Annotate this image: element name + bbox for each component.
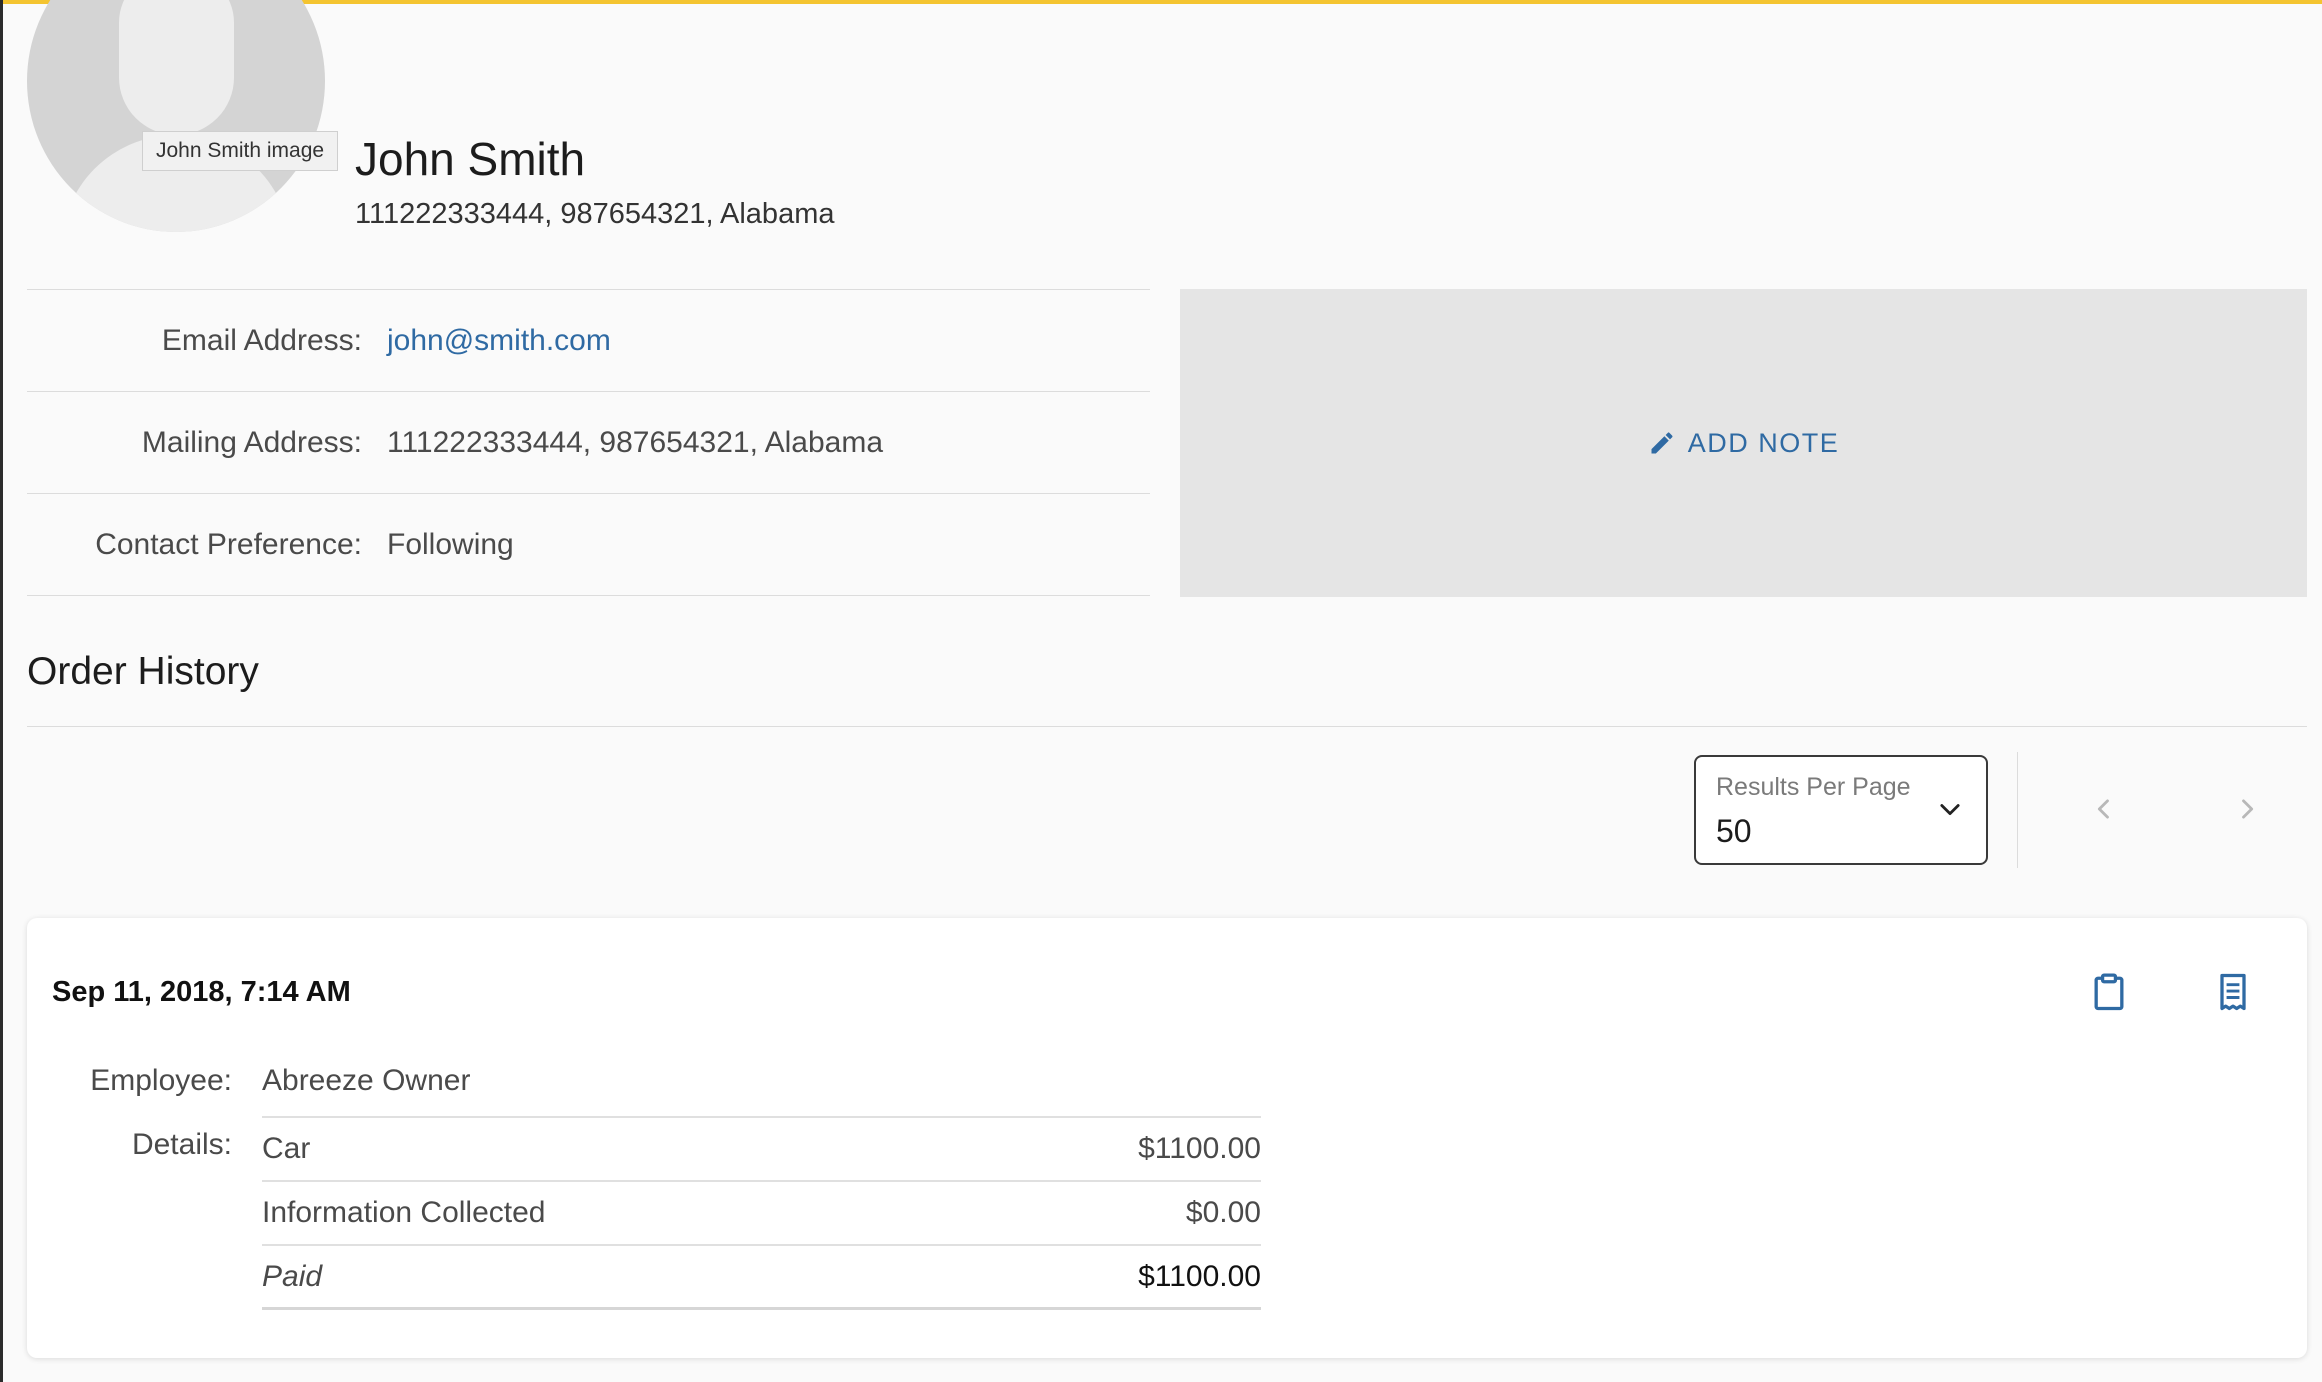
results-per-page-value: 50: [1716, 813, 1752, 849]
detail-item-label: Information Collected: [262, 1196, 546, 1229]
results-per-page-select[interactable]: Results Per Page 50: [1694, 755, 1988, 865]
info-row-mailing: Mailing Address: 111222333444, 987654321…: [27, 392, 1150, 494]
detail-item-amount: $1100.00: [1138, 1132, 1261, 1165]
info-row-contact-preference: Contact Preference: Following: [27, 494, 1150, 596]
add-note-label: ADD NOTE: [1687, 427, 1840, 458]
detail-row-paid-total: Paid $1100.00: [262, 1246, 1261, 1310]
mailing-address-label: Mailing Address:: [141, 425, 362, 459]
email-label: Email Address:: [161, 323, 362, 357]
paid-amount: $1100.00: [1138, 1259, 1261, 1293]
customer-page: John Smith image John Smith 111222333444…: [0, 0, 2322, 1382]
receipt-button[interactable]: [2211, 970, 2255, 1014]
chevron-left-icon: [2097, 799, 2109, 819]
avatar-tooltip: John Smith image: [142, 131, 339, 171]
left-edge-rule: [0, 0, 3, 1382]
top-accent-bar: [0, 0, 2322, 4]
receipt-icon: [2220, 973, 2246, 1011]
avatar-head-silhouette: [119, 0, 234, 135]
customer-subtitle: 111222333444, 987654321, Alabama: [355, 198, 835, 230]
detail-row-information: Information Collected $0.00: [262, 1182, 1261, 1246]
section-divider: [27, 726, 2307, 727]
next-page-button[interactable]: [2224, 786, 2270, 832]
email-link[interactable]: john@smith.com: [387, 324, 611, 358]
add-note-button[interactable]: ADD NOTE: [1180, 289, 2307, 597]
order-details-list: Car $1100.00 Information Collected $0.00…: [262, 1116, 1261, 1310]
employee-label: Employee:: [90, 1064, 232, 1097]
avatar: [27, 0, 325, 232]
customer-name: John Smith: [355, 133, 586, 185]
order-history-title: Order History: [27, 650, 259, 693]
pager-divider: [2017, 752, 2018, 868]
clipboard-button[interactable]: [2087, 970, 2131, 1014]
detail-item-label: Car: [262, 1132, 311, 1165]
order-card: Sep 11, 2018, 7:14 AM Employee: Abreeze …: [27, 918, 2307, 1358]
contact-preference-label: Contact Preference:: [95, 527, 362, 561]
mailing-address-value: 111222333444, 987654321, Alabama: [387, 425, 884, 459]
contact-info-table: Email Address: john@smith.com Mailing Ad…: [27, 289, 1150, 596]
chevron-down-icon: [1940, 804, 1960, 816]
order-date: Sep 11, 2018, 7:14 AM: [52, 976, 351, 1008]
paid-label: Paid: [262, 1259, 323, 1293]
previous-page-button[interactable]: [2081, 786, 2127, 832]
clipboard-icon: [2094, 973, 2124, 1011]
details-label: Details:: [131, 1128, 232, 1161]
chevron-right-icon: [2242, 799, 2254, 819]
employee-value: Abreeze Owner: [262, 1064, 471, 1097]
results-per-page-label: Results Per Page: [1716, 773, 1911, 801]
pencil-icon: [1651, 432, 1673, 454]
contact-preference-value: Following: [387, 527, 514, 561]
detail-item-amount: $0.00: [1185, 1196, 1261, 1229]
detail-row-car: Car $1100.00: [262, 1118, 1261, 1182]
add-note-content: ADD NOTE: [1648, 428, 1840, 459]
info-row-email: Email Address: john@smith.com: [27, 290, 1150, 392]
